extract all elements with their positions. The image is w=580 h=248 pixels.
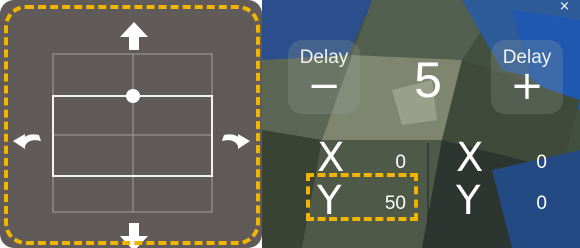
delay-increase-button[interactable]: Delay +	[491, 40, 563, 114]
arrow-up-button[interactable]	[117, 19, 151, 53]
arrow-down-icon	[120, 223, 148, 248]
left-x-value: 0	[395, 152, 406, 173]
rotate-left-button[interactable]	[11, 123, 45, 157]
rotate-right-icon	[222, 134, 250, 149]
coord-divider	[427, 143, 429, 223]
minus-icon: −	[307, 63, 341, 109]
right-x-value: 0	[536, 152, 547, 173]
movement-pad[interactable]	[0, 0, 262, 248]
arrow-up-icon	[120, 22, 148, 50]
position-handle[interactable]	[126, 89, 140, 103]
arrow-down-button[interactable]	[117, 220, 151, 248]
left-y-label: Y	[317, 178, 342, 224]
delay-decrease-button[interactable]: Delay −	[288, 40, 360, 114]
close-icon[interactable]: ×	[559, 0, 570, 14]
right-x-label: X	[456, 135, 484, 181]
rotate-right-button[interactable]	[218, 123, 252, 157]
plus-icon: +	[510, 63, 544, 109]
rotate-left-icon	[13, 134, 41, 149]
left-x-label: X	[317, 135, 345, 181]
right-y-label: Y	[456, 178, 481, 224]
right-y-value: 0	[536, 193, 547, 214]
left-y-value: 50	[384, 193, 406, 214]
delay-value: 5	[414, 52, 442, 108]
